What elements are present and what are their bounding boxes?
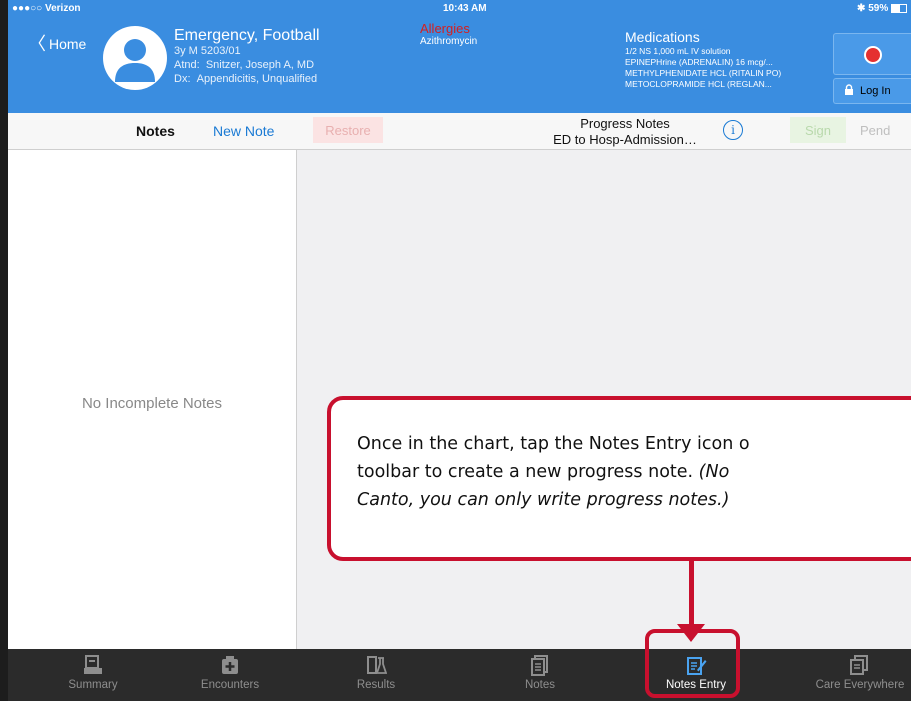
app-screen: ●●●○○ Verizon 10:43 AM ✱ 59% 〈 Home Emer… bbox=[0, 0, 911, 701]
medication-item: 1/2 NS 1,000 mL IV solution bbox=[625, 46, 731, 56]
summary-icon bbox=[84, 655, 102, 674]
patient-header: ●●●○○ Verizon 10:43 AM ✱ 59% 〈 Home Emer… bbox=[8, 0, 911, 113]
tab-results[interactable]: Results bbox=[326, 649, 426, 701]
home-label: Home bbox=[49, 36, 87, 52]
status-bar: ●●●○○ Verizon 10:43 AM ✱ 59% bbox=[8, 3, 911, 17]
lock-icon bbox=[844, 84, 854, 98]
info-icon[interactable]: i bbox=[723, 120, 743, 140]
tab-care-everywhere[interactable]: Care Everywhere bbox=[808, 649, 911, 701]
bluetooth-icon: ✱ bbox=[857, 3, 869, 14]
tab-label: Notes bbox=[524, 679, 556, 691]
medication-item: METHYLPHENIDATE HCL (RITALIN PO) bbox=[625, 68, 782, 78]
notes-entry-highlight bbox=[645, 629, 740, 698]
home-button[interactable]: 〈 Home bbox=[28, 34, 87, 54]
note-type-selector[interactable]: Progress Notes ED to Hosp-Admission… bbox=[535, 116, 715, 148]
carrier-label: ●●●○○ Verizon bbox=[12, 3, 81, 14]
tab-label: Care Everywhere bbox=[815, 679, 905, 691]
attending-label: Atnd: bbox=[174, 59, 200, 71]
note-type: Progress Notes bbox=[580, 116, 670, 131]
person-silhouette-icon bbox=[115, 39, 155, 82]
battery-icon bbox=[891, 3, 907, 13]
note-context: ED to Hosp-Admission… bbox=[553, 132, 697, 147]
battery-percent: 59% bbox=[868, 3, 889, 14]
diagnosis-line: Dx: Appendicitis, Unqualified bbox=[174, 73, 317, 85]
bottom-tab-bar: Summary Encounters Results Notes Notes E… bbox=[8, 649, 911, 701]
attending-name: Snitzer, Joseph A, MD bbox=[205, 59, 315, 71]
instruction-line-1: Once in the chart, tap the Notes Entry i… bbox=[357, 434, 750, 454]
instruction-line-3: Canto, you can only write progress notes… bbox=[357, 490, 730, 510]
callout-arrow-shaft bbox=[689, 560, 694, 630]
allergy-item: Azithromycin bbox=[420, 36, 478, 47]
incomplete-notes-list: No Incomplete Notes bbox=[8, 150, 297, 649]
tab-label: Summary bbox=[68, 679, 118, 691]
new-note-button[interactable]: New Note bbox=[213, 123, 274, 139]
login-label: Log In bbox=[860, 85, 891, 97]
screen-bezel bbox=[0, 0, 8, 701]
patient-demographics: 3y M 5203/01 bbox=[174, 45, 241, 57]
instruction-text: Once in the chart, tap the Notes Entry i… bbox=[357, 430, 911, 514]
patient-name[interactable]: Emergency, Football bbox=[174, 27, 320, 45]
medication-item: METOCLOPRAMIDE HCL (REGLAN... bbox=[625, 79, 772, 89]
pend-button[interactable]: Pend bbox=[860, 123, 890, 138]
instruction-line-2: toolbar to create a new progress note. (… bbox=[357, 462, 730, 482]
dx-label: Dx: bbox=[174, 73, 191, 85]
diagnosis: Appendicitis, Unqualified bbox=[196, 73, 318, 85]
care-everywhere-icon bbox=[850, 655, 868, 675]
patient-avatar[interactable] bbox=[103, 26, 167, 90]
sign-button[interactable]: Sign bbox=[790, 117, 846, 143]
tab-label: Encounters bbox=[200, 679, 260, 691]
record-dot-icon bbox=[864, 46, 882, 64]
login-button[interactable]: Log In bbox=[833, 78, 911, 104]
tab-notes[interactable]: Notes bbox=[490, 649, 590, 701]
notes-heading: Notes bbox=[136, 123, 175, 139]
notes-toolbar: Notes New Note Restore Progress Notes ED… bbox=[8, 113, 911, 150]
encounters-icon bbox=[222, 656, 238, 674]
attending-line: Atnd: Snitzer, Joseph A, MD bbox=[174, 59, 314, 71]
clock: 10:43 AM bbox=[443, 3, 487, 14]
tab-summary[interactable]: Summary bbox=[43, 649, 143, 701]
chevron-left-icon: 〈 bbox=[28, 34, 46, 54]
results-icon bbox=[367, 656, 387, 674]
restore-button[interactable]: Restore bbox=[313, 117, 383, 143]
record-button[interactable] bbox=[833, 33, 911, 75]
tab-label: Results bbox=[356, 679, 396, 691]
notes-icon bbox=[531, 655, 548, 676]
medications-heading[interactable]: Medications bbox=[625, 29, 700, 45]
tab-encounters[interactable]: Encounters bbox=[180, 649, 280, 701]
allergies-heading[interactable]: Allergies bbox=[420, 21, 470, 36]
battery-indicator: ✱ 59% bbox=[857, 3, 907, 14]
empty-state-message: No Incomplete Notes bbox=[81, 395, 223, 412]
medication-item: EPINEPHrine (ADRENALIN) 16 mcg/... bbox=[625, 57, 773, 67]
